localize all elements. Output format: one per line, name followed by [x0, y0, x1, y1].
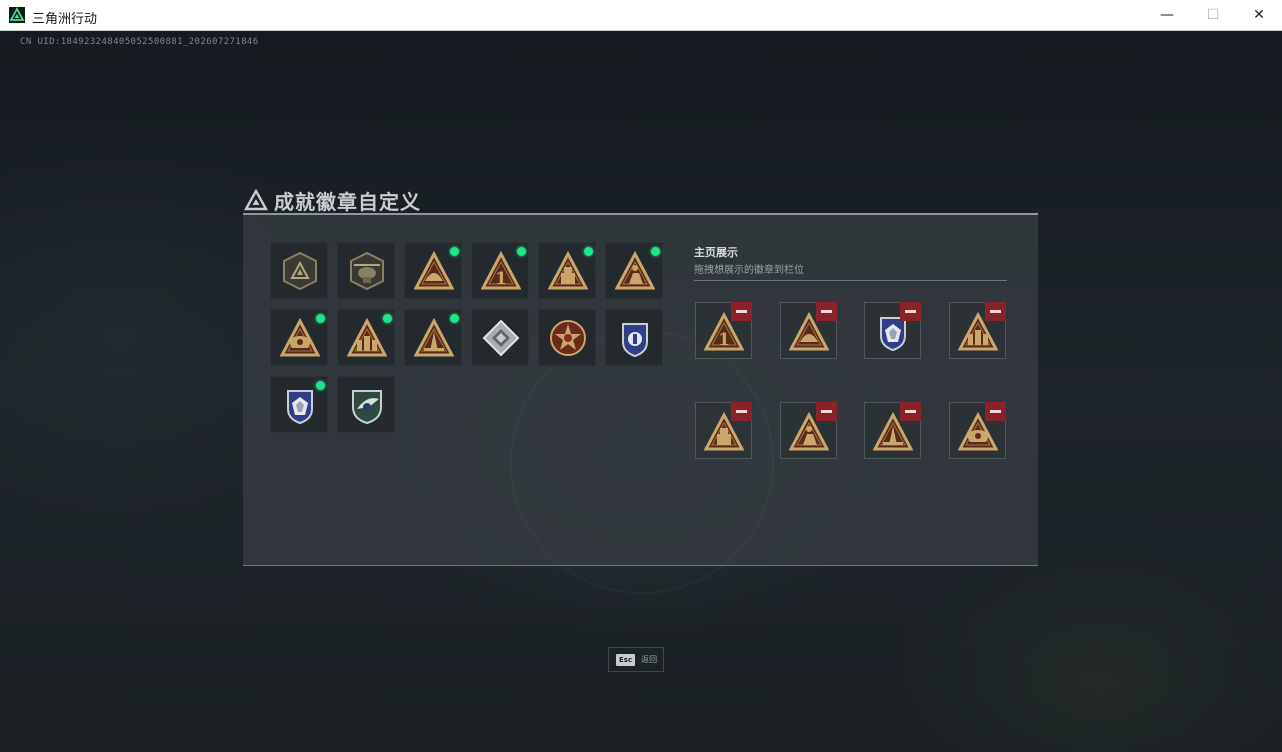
showcase-subtitle: 拖拽想展示的徽章到栏位 — [694, 265, 804, 276]
remove-badge-button[interactable] — [731, 302, 752, 321]
remove-badge-button[interactable] — [985, 402, 1006, 421]
inventory-badge-slot[interactable] — [605, 242, 663, 299]
minus-icon — [821, 410, 832, 413]
showcase-title: 主页展示 — [694, 246, 738, 259]
new-indicator-dot — [651, 247, 660, 256]
minus-icon — [905, 410, 916, 413]
minus-icon — [905, 310, 916, 313]
inventory-badge-slot[interactable] — [605, 309, 663, 366]
triangle-runner-badge-icon — [615, 251, 655, 290]
minus-icon — [821, 310, 832, 313]
new-indicator-dot — [584, 247, 593, 256]
panel-title: 成就徽章自定义 — [274, 189, 421, 214]
minimize-button[interactable]: — — [1144, 0, 1190, 30]
helicopter-badge-icon — [350, 251, 384, 291]
showcase-badge-slot[interactable] — [864, 302, 921, 359]
triangle-tower-badge-icon — [414, 318, 454, 357]
inventory-badge-slot[interactable] — [538, 309, 596, 366]
inventory-badge-slot[interactable] — [337, 309, 395, 366]
delta-triangle-icon — [244, 189, 268, 211]
inventory-badge-slot[interactable] — [270, 242, 328, 299]
remove-badge-button[interactable] — [900, 402, 921, 421]
minus-icon — [736, 310, 747, 313]
triangle-number-one-badge-icon: 1 — [481, 251, 521, 290]
inventory-badge-slot[interactable] — [270, 309, 328, 366]
showcase-divider — [694, 280, 1007, 281]
police-crest-badge-icon — [287, 390, 313, 425]
new-indicator-dot — [316, 381, 325, 390]
triangle-wings-badge-icon — [280, 318, 320, 357]
minus-icon — [990, 410, 1001, 413]
panel-header: 成就徽章自定义 — [244, 186, 421, 214]
showcase-badge-slot[interactable]: 1 — [695, 302, 752, 359]
maximize-button[interactable]: ☐ — [1190, 0, 1236, 30]
green-wing-shield-badge-icon — [352, 390, 382, 425]
esc-key-label: Esc — [616, 653, 636, 666]
background-emblem — [510, 330, 774, 594]
remove-badge-button[interactable] — [816, 402, 837, 421]
showcase-badge-slot[interactable] — [864, 402, 921, 459]
new-indicator-dot — [450, 314, 459, 323]
inventory-badge-slot[interactable] — [404, 309, 462, 366]
remove-badge-button[interactable] — [816, 302, 837, 321]
minus-icon — [736, 410, 747, 413]
new-indicator-dot — [316, 314, 325, 323]
star-medal-badge-icon — [550, 320, 586, 356]
new-indicator-dot — [383, 314, 392, 323]
police-shield-badge-icon — [622, 323, 648, 358]
svg-text:1: 1 — [495, 269, 507, 289]
showcase-badge-slot[interactable] — [949, 302, 1006, 359]
showcase-badge-slot[interactable] — [780, 302, 837, 359]
remove-badge-button[interactable] — [731, 402, 752, 421]
triangle-crate-badge-icon — [548, 251, 588, 290]
triangle-squad-badge-icon — [347, 318, 387, 357]
showcase-badge-slot[interactable] — [949, 402, 1006, 459]
inventory-badge-slot[interactable] — [270, 376, 328, 433]
player-uid: CN UID:184923248405052500881_20260727184… — [20, 37, 259, 47]
back-label: 返回 — [641, 655, 658, 664]
remove-badge-button[interactable] — [985, 302, 1006, 321]
showcase-badge-slot[interactable] — [695, 402, 752, 459]
app-logo-icon — [9, 7, 25, 23]
window-titlebar: 三角洲行动 — ☐ ✕ — [0, 0, 1282, 31]
remove-badge-button[interactable] — [900, 302, 921, 321]
inventory-badge-slot[interactable] — [337, 376, 395, 433]
inventory-badge-slot[interactable] — [471, 309, 529, 366]
showcase-badge-slot[interactable] — [780, 402, 837, 459]
close-button[interactable]: ✕ — [1236, 0, 1282, 30]
triangle-dome-badge-icon — [414, 251, 454, 290]
delta-shield-badge-icon — [283, 251, 317, 291]
window-title: 三角洲行动 — [32, 12, 98, 27]
inventory-badge-slot[interactable] — [538, 242, 596, 299]
new-indicator-dot — [450, 247, 459, 256]
back-button[interactable]: Esc 返回 — [608, 647, 664, 672]
new-indicator-dot — [517, 247, 526, 256]
inventory-badge-slot[interactable]: 1 — [471, 242, 529, 299]
inventory-badge-slot[interactable] — [404, 242, 462, 299]
minus-icon — [990, 310, 1001, 313]
svg-text:1: 1 — [718, 330, 730, 350]
diamond-crystal-badge-icon — [482, 319, 520, 357]
inventory-badge-slot[interactable] — [337, 242, 395, 299]
